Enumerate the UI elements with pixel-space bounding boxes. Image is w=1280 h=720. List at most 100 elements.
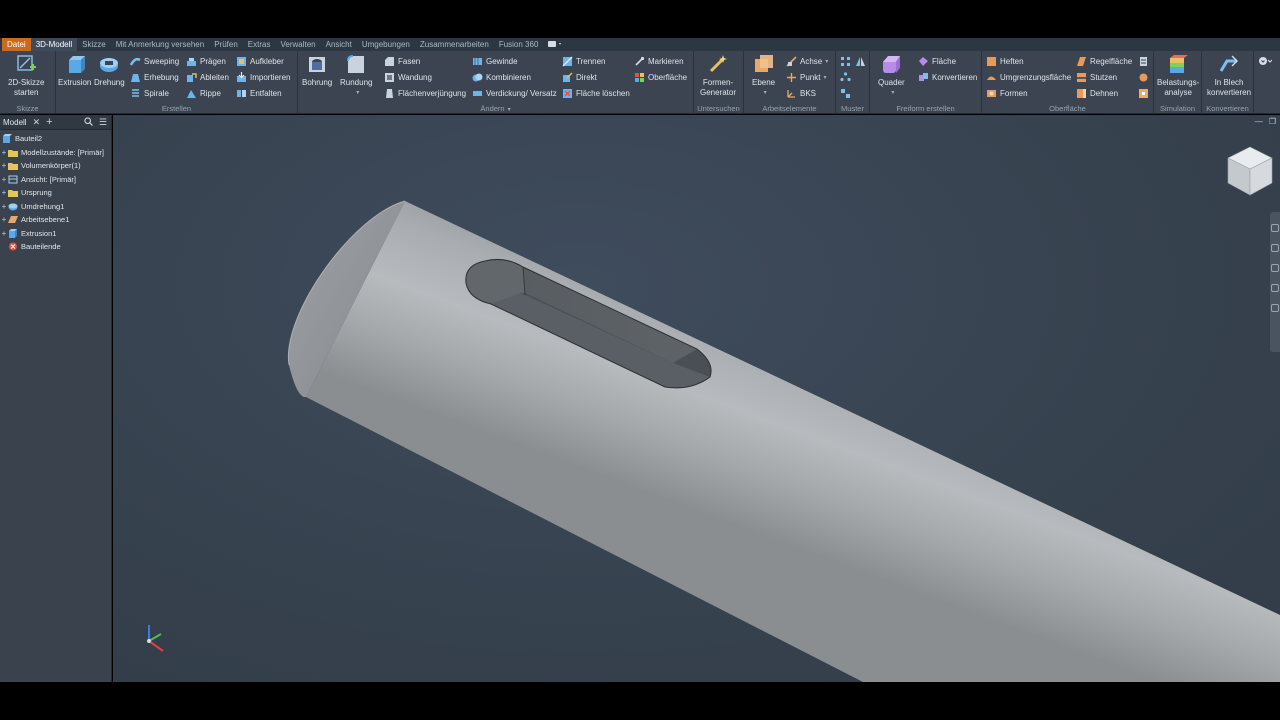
regelflaeche-button[interactable]: Regelfläche xyxy=(1076,54,1132,68)
bohrung-button[interactable]: Bohrung xyxy=(302,53,332,88)
tree-item-modellzustaende[interactable]: + Modellzustände: [Primär] xyxy=(0,146,111,160)
formen-button[interactable]: Formen xyxy=(986,86,1028,100)
tree-item-extrusion1[interactable]: + Extrusion1 xyxy=(0,227,111,241)
expand-icon[interactable]: + xyxy=(0,188,8,197)
extrusion-button[interactable]: Extrusion xyxy=(58,53,91,88)
panel-label-aendern[interactable]: Ändern ▾ xyxy=(298,104,693,113)
tab-extras[interactable]: Extras xyxy=(243,38,276,51)
tree-item-ansicht[interactable]: + Ansicht: [Primär] xyxy=(0,173,111,187)
viewcube[interactable] xyxy=(1225,145,1275,197)
praegen-button[interactable]: Prägen xyxy=(186,54,226,68)
mirror-button[interactable] xyxy=(855,54,869,68)
expand-icon[interactable]: + xyxy=(0,229,8,238)
direkt-button[interactable]: Direkt xyxy=(562,70,597,84)
tab-skizze[interactable]: Skizze xyxy=(77,38,111,51)
tree-item-bauteilende[interactable]: Bauteilende xyxy=(0,240,111,254)
umgrenzungsflaeche-button[interactable]: Umgrenzungsfläche xyxy=(986,70,1071,84)
konvertieren-freiform-button[interactable]: Konvertieren xyxy=(918,70,977,84)
menu-icon[interactable]: ☰ xyxy=(99,117,107,128)
ableiten-button[interactable]: Ableiten xyxy=(186,70,229,84)
gewinde-button[interactable]: Gewinde xyxy=(472,54,518,68)
rippe-button[interactable]: Rippe xyxy=(186,86,221,100)
trennen-button[interactable]: Trennen xyxy=(562,54,606,68)
erhebung-button[interactable]: Erhebung xyxy=(130,70,179,84)
expand-icon[interactable]: + xyxy=(0,202,8,211)
stress-analysis-icon xyxy=(1170,55,1189,73)
tab-pruefen[interactable]: Prüfen xyxy=(209,38,243,51)
zoom-icon[interactable] xyxy=(1271,264,1279,272)
quader-button[interactable]: Quader ▾ xyxy=(878,53,905,98)
fit-mesh-button[interactable] xyxy=(1138,86,1152,100)
bks-button[interactable]: BKS xyxy=(786,86,816,100)
flaeche-button[interactable]: Fläche xyxy=(918,54,956,68)
tree-item-arbeitsebene1[interactable]: + Arbeitsebene1 xyxy=(0,213,111,227)
formen-generator-button[interactable]: Formen- Generator xyxy=(700,53,736,98)
tab-fusion360[interactable]: Fusion 360 xyxy=(494,38,544,51)
wandung-button[interactable]: Wandung xyxy=(384,70,432,84)
orbit-icon[interactable] xyxy=(1271,284,1279,292)
extrusion-icon xyxy=(68,56,85,73)
expand-icon[interactable]: + xyxy=(0,148,8,157)
search-icon[interactable] xyxy=(84,116,93,128)
look-at-icon[interactable] xyxy=(1271,304,1279,312)
tab-verwalten[interactable]: Verwalten xyxy=(275,38,320,51)
belastungsanalyse-button[interactable]: Belastungs- analyse xyxy=(1157,53,1199,98)
revolve-icon xyxy=(100,58,119,72)
tab-datei[interactable]: Datei xyxy=(2,38,31,51)
in-blech-konvertieren-button[interactable]: In Blech konvertieren xyxy=(1207,53,1251,98)
markieren-button[interactable]: Markieren xyxy=(634,54,684,68)
drehung-button[interactable]: Drehung xyxy=(94,53,125,88)
oberflaeche-button[interactable]: Oberfläche xyxy=(634,70,687,84)
heften-button[interactable]: Heften xyxy=(986,54,1024,68)
kombinieren-button[interactable]: Kombinieren xyxy=(472,70,531,84)
tree-item-umdrehung1[interactable]: + Umdrehung1 xyxy=(0,200,111,214)
camera-toggle-icon[interactable] xyxy=(547,40,563,50)
ebene-button[interactable]: Ebene ▾ xyxy=(752,53,775,98)
tree-item-volumenkoerper[interactable]: + Volumenkörper(1) xyxy=(0,159,111,173)
rectangular-pattern-button[interactable] xyxy=(840,54,854,68)
tab-zusammenarbeiten[interactable]: Zusammenarbeiten xyxy=(415,38,494,51)
importieren-button[interactable]: Importieren xyxy=(236,70,290,84)
dehnen-button[interactable]: Dehnen xyxy=(1076,86,1118,100)
flaeche-loeschen-button[interactable]: Fläche löschen xyxy=(562,86,630,100)
tab-3d-modell[interactable]: 3D-Modell xyxy=(30,38,78,51)
punkt-button[interactable]: Punkt ▾ xyxy=(786,70,826,84)
panel-label-muster: Muster xyxy=(841,104,864,113)
delete-face-icon xyxy=(563,88,572,98)
pan-icon[interactable] xyxy=(1271,244,1279,252)
expand-icon[interactable]: + xyxy=(0,175,8,184)
aufkleber-button[interactable]: Aufkleber xyxy=(236,54,284,68)
repair-button[interactable] xyxy=(1138,70,1152,84)
add-browser-icon[interactable]: + xyxy=(46,116,52,128)
ribbon-options-icon[interactable] xyxy=(1258,54,1272,68)
tree-root-bauteil2[interactable]: Bauteil2 xyxy=(0,132,111,146)
tab-ansicht[interactable]: Ansicht xyxy=(321,38,357,51)
entfalten-button[interactable]: Entfalten xyxy=(236,86,282,100)
graphics-viewport[interactable]: — ❐ xyxy=(113,115,1280,682)
full-navigation-wheel-icon[interactable] xyxy=(1271,224,1279,232)
navigation-bar[interactable] xyxy=(1270,212,1280,352)
rundung-button[interactable]: Rundung ▾ xyxy=(340,53,372,98)
tree-item-ursprung[interactable]: + Ursprung xyxy=(0,186,111,200)
circular-pattern-button[interactable] xyxy=(840,70,854,84)
stitch-icon xyxy=(987,56,996,66)
tab-anmerkung[interactable]: Mit Anmerkung versehen xyxy=(111,38,210,51)
fasen-button[interactable]: Fasen xyxy=(384,54,420,68)
folder-icon xyxy=(8,149,18,157)
tab-umgebungen[interactable]: Umgebungen xyxy=(357,38,415,51)
replace-face-button[interactable] xyxy=(1138,54,1152,68)
expand-icon[interactable]: + xyxy=(0,161,8,170)
expand-icon[interactable]: + xyxy=(0,215,8,224)
spirale-button[interactable]: Spirale xyxy=(130,86,169,100)
flaechenverjuengung-button[interactable]: Flächenverjüngung xyxy=(384,86,466,100)
close-icon[interactable]: ✕ xyxy=(33,117,41,128)
extend-icon xyxy=(1077,88,1086,98)
sketch-driven-pattern-button[interactable] xyxy=(840,86,854,100)
sweeping-button[interactable]: Sweeping xyxy=(130,54,179,68)
shaft-surface[interactable] xyxy=(306,201,1280,682)
start-2d-sketch-button[interactable]: 2D-Skizze starten xyxy=(8,53,44,98)
browser-tab-modell[interactable]: Modell xyxy=(3,118,27,127)
achse-button[interactable]: Achse ▾ xyxy=(786,54,828,68)
stutzen-button[interactable]: Stutzen xyxy=(1076,70,1117,84)
verdickung-versatz-button[interactable]: Verdickung/ Versatz xyxy=(472,86,557,100)
